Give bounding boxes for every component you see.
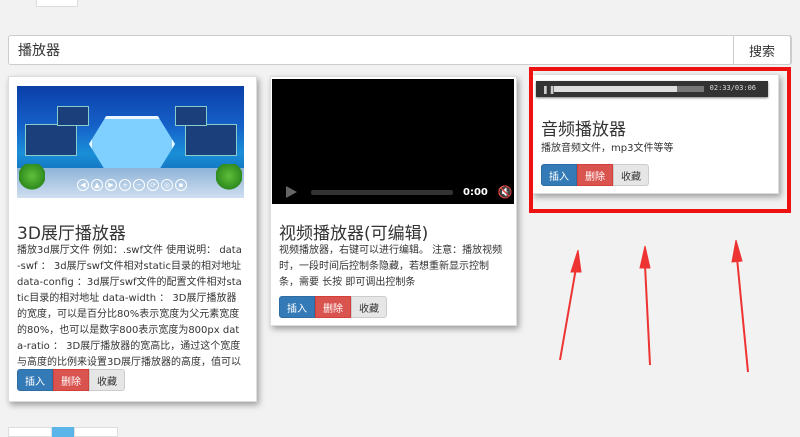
pagination bbox=[8, 427, 118, 437]
pagination-prev[interactable] bbox=[8, 427, 52, 437]
pagination-next[interactable] bbox=[74, 427, 118, 437]
pagination-active-page[interactable] bbox=[52, 427, 74, 437]
arrow-2 bbox=[644, 264, 651, 366]
arrow-1-head bbox=[570, 249, 582, 273]
arrow-3-head bbox=[731, 239, 743, 263]
arrow-1 bbox=[559, 267, 577, 361]
arrow-3 bbox=[736, 257, 749, 373]
annotation-arrows bbox=[559, 239, 749, 373]
arrow-2-head bbox=[639, 245, 651, 269]
